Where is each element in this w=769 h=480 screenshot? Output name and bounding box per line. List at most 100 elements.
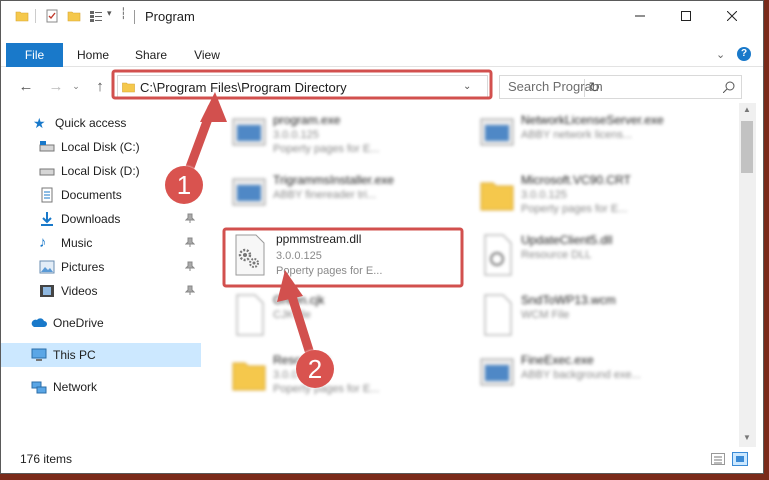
dll-icon (484, 234, 512, 276)
file-detail: ABBY background exe... (521, 369, 641, 381)
item-count: 176 items (20, 452, 73, 466)
search-icon[interactable] (723, 81, 735, 93)
file-name: Green.cjk (273, 293, 325, 307)
address-bar[interactable]: C:\Program Files\Program Directory ⌄ ↻ (117, 75, 600, 99)
search-box[interactable] (499, 75, 742, 99)
file-detail: 3.0.0.125 (521, 189, 567, 201)
nav-quick-access[interactable]: ★ Quick access (33, 111, 201, 135)
up-button[interactable]: ↑ (91, 77, 109, 95)
vertical-scrollbar[interactable]: ▲ ▼ (739, 103, 756, 447)
large-icons-view-icon[interactable] (732, 452, 748, 466)
forward-button[interactable]: → (47, 77, 65, 95)
title-bar: ▾ ┆ Program (1, 1, 763, 33)
help-icon[interactable]: ? (737, 47, 751, 61)
maximize-icon (681, 11, 691, 21)
file-item[interactable]: UpdateClient5.dll Resource DLL (471, 229, 719, 285)
download-icon (41, 212, 53, 226)
up-arrow-icon: ↑ (96, 77, 104, 95)
view-options-icon[interactable] (89, 9, 103, 23)
file-name: FineExec.exe (521, 353, 594, 367)
maximize-button[interactable] (663, 1, 709, 31)
tab-view[interactable]: View (185, 43, 229, 67)
music-icon: ♪ (39, 234, 47, 251)
file-item[interactable]: Resources 3.0.0.125 Poperty pages for E.… (223, 349, 471, 405)
step-badge-1: 1 (165, 166, 203, 204)
nav-this-pc[interactable]: This PC (1, 343, 201, 367)
nav-local-disk-c[interactable]: Local Disk (C:) (1, 135, 201, 159)
minimize-button[interactable] (617, 1, 663, 31)
exe-icon (480, 118, 514, 146)
ribbon-tabs: File Home Share View ⌄ ? (1, 43, 763, 67)
nav-network[interactable]: Network (31, 375, 201, 399)
customize-toolbar-icon[interactable]: ▾ (107, 8, 112, 19)
nav-downloads[interactable]: Downloads (1, 207, 201, 231)
address-dropdown-icon[interactable]: ⌄ (463, 81, 471, 92)
pin-icon[interactable] (185, 237, 195, 247)
scroll-up-icon[interactable]: ▲ (743, 105, 751, 114)
address-path[interactable]: C:\Program Files\Program Directory (140, 80, 347, 95)
nav-label: Local Disk (D:) (61, 164, 140, 178)
pin-icon[interactable] (185, 213, 195, 223)
documents-icon (41, 187, 53, 203)
nav-videos[interactable]: Videos (1, 279, 201, 303)
file-detail: Poperty pages for E... (273, 383, 380, 395)
exe-icon (480, 358, 514, 386)
file-item[interactable]: TrigrammsInstaller.exe ABBY finereader t… (223, 169, 471, 225)
file-name: program.exe (273, 113, 341, 127)
file-detail: ABBY network licens... (521, 129, 633, 141)
tab-home[interactable]: Home (71, 43, 115, 67)
scroll-down-icon[interactable]: ▼ (743, 433, 751, 442)
close-button[interactable] (709, 1, 755, 31)
exe-icon (232, 118, 266, 146)
file-name: ppmmstream.dll (276, 232, 362, 246)
drive-icon (39, 141, 55, 152)
nav-music[interactable]: ♪ Music (1, 231, 201, 255)
videos-icon (40, 285, 54, 297)
file-detail: CJK file (273, 309, 311, 321)
tab-file[interactable]: File (6, 43, 63, 67)
folder-icon (480, 182, 514, 211)
nav-label: Videos (61, 284, 98, 298)
file-item[interactable]: Microsoft.VC90.CRT 3.0.0.125 Poperty pag… (471, 169, 719, 225)
folder-icon (15, 11, 29, 22)
file-item[interactable]: Green.cjk CJK file (223, 289, 471, 345)
file-detail: ABBY finereader tri... (273, 189, 377, 201)
file-icon (484, 294, 512, 336)
title-divider (134, 10, 135, 24)
file-item-ppmmstream[interactable]: ppmmstream.dll 3.0.0.125 Poperty pages f… (226, 230, 462, 286)
scrollbar-thumb[interactable] (741, 121, 753, 173)
properties-icon[interactable] (45, 9, 59, 23)
new-folder-icon[interactable] (67, 9, 81, 23)
nav-label: Local Disk (C:) (61, 140, 140, 154)
file-name: TrigrammsInstaller.exe (273, 173, 394, 187)
forward-arrow-icon: → (48, 77, 64, 95)
network-icon (31, 381, 47, 394)
details-view-icon[interactable] (711, 453, 725, 465)
pin-icon[interactable] (185, 285, 195, 295)
search-input[interactable] (508, 79, 708, 94)
file-detail: Resource DLL (521, 249, 592, 261)
expand-ribbon-icon[interactable]: ⌄ (716, 48, 725, 61)
file-item[interactable]: FineExec.exe ABBY background exe... (471, 349, 719, 405)
file-item[interactable]: NetworkLicenseServer.exe ABBY network li… (471, 109, 719, 165)
pin-icon[interactable] (185, 261, 195, 271)
file-item[interactable]: SndToWP13.wcm WCM File (471, 289, 719, 345)
recent-locations-button[interactable]: ⌄ (71, 77, 81, 95)
address-row: ← → ⌄ ↑ C:\Program Files\Program Directo… (1, 71, 763, 101)
back-button[interactable]: ← (17, 77, 35, 95)
dll-gear-icon (235, 234, 265, 276)
nav-pictures[interactable]: Pictures (1, 255, 201, 279)
nav-label: Downloads (61, 212, 121, 226)
minimize-icon (635, 15, 645, 17)
status-bar: 176 items (1, 447, 763, 473)
nav-label: OneDrive (53, 316, 104, 330)
explorer-window: ▾ ┆ Program File Home Share View ⌄ ? ← →… (0, 0, 764, 474)
nav-label: Pictures (61, 260, 105, 274)
file-name: Microsoft.VC90.CRT (521, 173, 631, 187)
nav-onedrive[interactable]: OneDrive (31, 311, 201, 335)
close-icon (727, 11, 737, 21)
file-detail: 3.0.0.125 (273, 129, 319, 141)
file-item[interactable]: program.exe 3.0.0.125 Poperty pages for … (223, 109, 471, 165)
tab-share[interactable]: Share (129, 43, 173, 67)
file-icon (236, 294, 264, 336)
